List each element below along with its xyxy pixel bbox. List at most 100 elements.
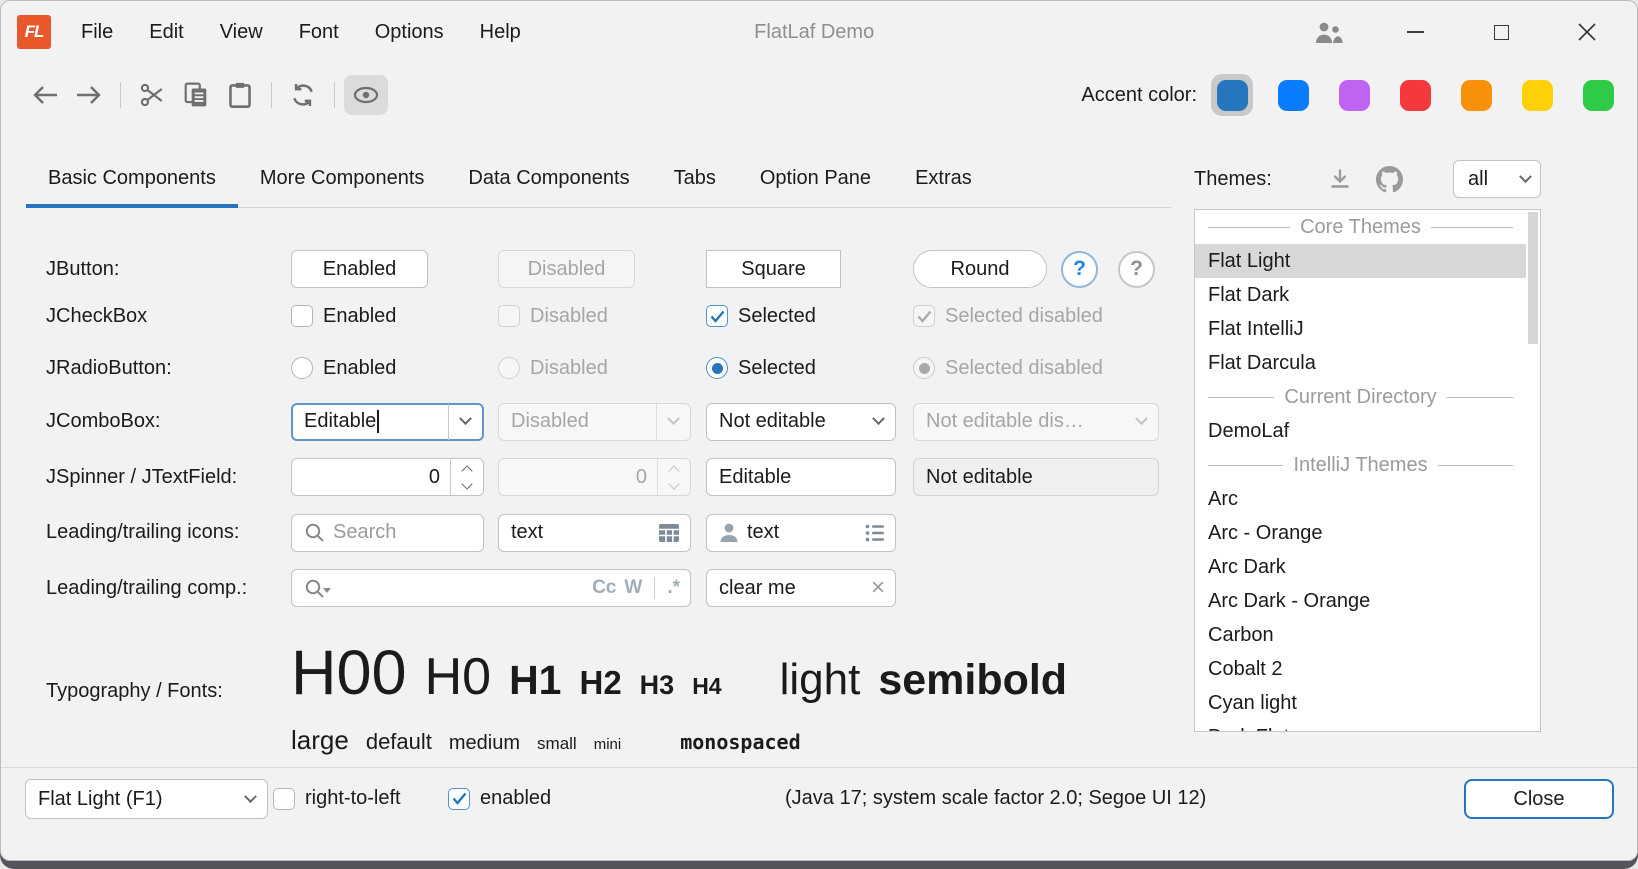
radio-selected[interactable]: Selected (706, 357, 913, 380)
theme-item-dark-flat[interactable]: Dark Flat (1195, 720, 1526, 731)
close-window-button[interactable] (1571, 16, 1603, 48)
tab-data-components[interactable]: Data Components (446, 150, 651, 207)
checkbox-enabled[interactable]: Enabled (291, 305, 498, 328)
minimize-button[interactable] (1399, 16, 1431, 48)
theme-group-current-directory: Current Directory (1195, 380, 1526, 414)
spinner-down-icon[interactable] (461, 478, 472, 489)
accent-swatch-5[interactable] (1516, 74, 1558, 116)
download-icon[interactable] (1328, 167, 1352, 191)
search-dropdown-button[interactable] (304, 578, 331, 599)
menu-list-icon[interactable] (865, 524, 885, 542)
cut-button[interactable] (130, 75, 174, 115)
theme-item-demolaf[interactable]: DemoLaf (1195, 414, 1526, 448)
menubar: File Edit View Font Options Help (81, 21, 521, 44)
accent-swatch-0[interactable] (1211, 74, 1253, 116)
theme-item-carbon[interactable]: Carbon (1195, 618, 1526, 652)
search-field-with-options[interactable]: Cc W .* (291, 569, 691, 607)
back-button[interactable] (23, 75, 67, 115)
toolbar-separator (271, 82, 272, 108)
close-button[interactable]: Close (1464, 779, 1614, 819)
accent-swatch-6[interactable] (1577, 74, 1619, 116)
accent-swatch-color (1278, 80, 1309, 111)
users-icon[interactable] (1313, 16, 1345, 48)
titlebar: FL FileEditViewFontOptionsHelp FlatLaf D… (1, 1, 1637, 63)
theme-item-cyan-light[interactable]: Cyan light (1195, 686, 1526, 720)
menu-file[interactable]: File (81, 21, 113, 44)
refresh-icon (290, 82, 316, 108)
button-square[interactable]: Square (706, 250, 841, 288)
themes-label: Themes: (1194, 168, 1272, 191)
clearable-field[interactable]: clear me × (706, 569, 896, 607)
checkbox-box (448, 788, 470, 810)
medium-sample: medium (449, 732, 520, 755)
theme-item-flat-intellij[interactable]: Flat IntelliJ (1195, 312, 1526, 346)
radio-disabled: Disabled (498, 357, 706, 380)
theme-item-arc-dark[interactable]: Arc Dark (1195, 550, 1526, 584)
accent-swatch-2[interactable] (1333, 74, 1375, 116)
scrollbar-thumb[interactable] (1528, 212, 1538, 344)
forward-button[interactable] (67, 75, 111, 115)
check-icon (452, 792, 467, 805)
lookandfeel-combobox[interactable]: Flat Light (F1) (25, 779, 268, 819)
menu-view[interactable]: View (220, 21, 263, 44)
tab-tabs[interactable]: Tabs (652, 150, 738, 207)
spinner-buttons[interactable] (451, 463, 483, 492)
checkbox-label: Selected (738, 305, 816, 328)
themes-scrollbar[interactable] (1526, 210, 1540, 731)
paste-button[interactable] (218, 75, 262, 115)
menu-options[interactable]: Options (375, 21, 444, 44)
refresh-button[interactable] (281, 75, 325, 115)
theme-item-flat-light[interactable]: Flat Light (1195, 244, 1526, 278)
lookandfeel-value: Flat Light (F1) (38, 788, 234, 811)
show-hidden-toggle-button[interactable] (344, 75, 388, 115)
accent-swatch-3[interactable] (1394, 74, 1436, 116)
radio-selected-disabled: Selected disabled (913, 357, 1159, 380)
regex-toggle[interactable]: .* (667, 577, 680, 599)
h00-sample: H00 (291, 637, 407, 709)
text-field-calendar[interactable]: text (498, 514, 691, 552)
enabled-checkbox[interactable]: enabled (448, 787, 551, 810)
combobox-not-editable[interactable]: Not editable (706, 403, 896, 441)
theme-item-arc-orange[interactable]: Arc - Orange (1195, 516, 1526, 550)
search-icon (304, 522, 325, 543)
tab-basic-components[interactable]: Basic Components (26, 150, 238, 207)
theme-item-arc[interactable]: Arc (1195, 482, 1526, 516)
copy-icon (183, 82, 209, 108)
clear-button[interactable]: × (871, 576, 885, 600)
themes-filter-combobox[interactable]: all (1453, 160, 1541, 198)
calendar-icon[interactable] (658, 523, 680, 543)
radio-circle (291, 357, 313, 379)
theme-item-flat-dark[interactable]: Flat Dark (1195, 278, 1526, 312)
theme-group-intellij-themes: IntelliJ Themes (1195, 448, 1526, 482)
checkbox-selected[interactable]: Selected (706, 305, 913, 328)
help-button[interactable]: ? (1061, 251, 1098, 288)
combobox-editable[interactable]: Editable (291, 403, 484, 441)
maximize-button[interactable] (1485, 16, 1517, 48)
theme-item-flat-darcula[interactable]: Flat Darcula (1195, 346, 1526, 380)
right-to-left-checkbox[interactable]: right-to-left (273, 787, 401, 810)
text-field-user-menu[interactable]: text (706, 514, 896, 552)
menu-font[interactable]: Font (299, 21, 339, 44)
button-enabled[interactable]: Enabled (291, 250, 428, 288)
tab-extras[interactable]: Extras (893, 150, 994, 207)
search-field[interactable]: Search (291, 514, 484, 552)
theme-item-cobalt-2[interactable]: Cobalt 2 (1195, 652, 1526, 686)
accent-swatch-1[interactable] (1272, 74, 1314, 116)
github-icon[interactable] (1376, 166, 1403, 193)
menu-edit[interactable]: Edit (149, 21, 183, 44)
check-icon (710, 310, 725, 323)
tab-more-components[interactable]: More Components (238, 150, 447, 207)
radio-enabled[interactable]: Enabled (291, 357, 498, 380)
button-round[interactable]: Round (913, 250, 1047, 288)
combobox-arrow-button[interactable] (449, 417, 482, 426)
copy-button[interactable] (174, 75, 218, 115)
accent-swatch-4[interactable] (1455, 74, 1497, 116)
menu-help[interactable]: Help (480, 21, 521, 44)
whole-word-toggle[interactable]: W (624, 577, 642, 599)
spinner[interactable]: 0 (291, 458, 484, 496)
theme-item-arc-dark-orange[interactable]: Arc Dark - Orange (1195, 584, 1526, 618)
spinner-up-icon[interactable] (461, 465, 472, 476)
match-case-toggle[interactable]: Cc (592, 577, 616, 599)
tab-option-pane[interactable]: Option Pane (738, 150, 893, 207)
textfield-editable[interactable]: Editable (706, 458, 896, 496)
